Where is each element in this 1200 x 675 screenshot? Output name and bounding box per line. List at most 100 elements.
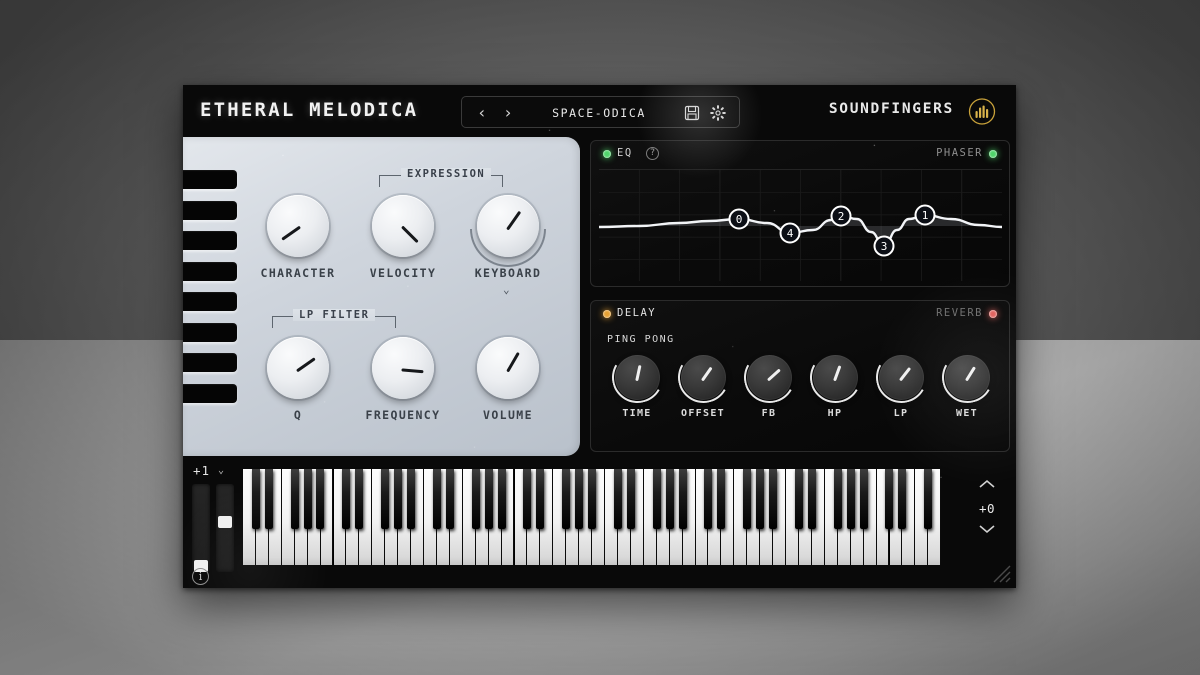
- chevron-up-icon[interactable]: [970, 478, 1004, 494]
- transpose-chevron-down-icon[interactable]: ⌄: [218, 465, 224, 476]
- knob-character[interactable]: CHARACTER: [259, 195, 337, 280]
- reverb-led[interactable]: [989, 310, 997, 318]
- knob-q[interactable]: Q: [259, 337, 337, 422]
- black-key[interactable]: [394, 469, 403, 529]
- black-key[interactable]: [652, 469, 661, 529]
- black-key[interactable]: [355, 469, 364, 529]
- black-key[interactable]: [859, 469, 868, 529]
- chevron-down-icon[interactable]: [970, 523, 1004, 539]
- black-key[interactable]: [264, 469, 273, 529]
- knob-wet-dial[interactable]: [935, 346, 999, 409]
- knob-velocity[interactable]: VELOCITY: [364, 195, 442, 280]
- black-key[interactable]: [769, 469, 778, 529]
- knob-character-dial[interactable]: [267, 195, 329, 257]
- knob-volume[interactable]: VOLUME: [469, 337, 547, 422]
- black-key[interactable]: [626, 469, 635, 529]
- eq-led[interactable]: [603, 150, 611, 158]
- transpose-label[interactable]: +1: [193, 463, 210, 478]
- knob-q-dial[interactable]: [267, 337, 329, 399]
- knob-lp-label: LP: [893, 408, 909, 419]
- eq-band-handle[interactable]: 4: [779, 222, 801, 244]
- knob-frequency-dial[interactable]: [372, 337, 434, 399]
- delay-led[interactable]: [603, 310, 611, 318]
- knob-keyboard[interactable]: KEYBOARD ⌄: [469, 195, 547, 296]
- black-key[interactable]: [924, 469, 933, 529]
- info-icon[interactable]: i: [192, 568, 209, 585]
- mod-wheel-slider[interactable]: [216, 484, 234, 572]
- floppy-disk-icon[interactable]: [684, 105, 700, 121]
- black-key[interactable]: [536, 469, 545, 529]
- eq-band-handle[interactable]: 1: [914, 204, 936, 226]
- preset-selector[interactable]: ‹ › SPACE-ODICA: [461, 96, 740, 128]
- pitch-bend-slider[interactable]: [192, 484, 210, 572]
- eq-tab-bar: EQ ? PHASER: [591, 141, 1009, 166]
- resize-grip-icon[interactable]: [988, 560, 1012, 584]
- black-key[interactable]: [445, 469, 454, 529]
- knob-fb[interactable]: FB: [737, 346, 801, 419]
- eq-panel: EQ ? PHASER 0 4 2 3 1: [590, 140, 1010, 287]
- eq-band-label: 1: [922, 209, 929, 222]
- knob-q-label: Q: [293, 408, 303, 422]
- tab-delay[interactable]: DELAY: [617, 307, 656, 319]
- black-key[interactable]: [471, 469, 480, 529]
- black-key[interactable]: [523, 469, 532, 529]
- piano-keyboard[interactable]: [243, 469, 942, 565]
- tab-eq[interactable]: EQ: [617, 147, 633, 159]
- mod-wheel-handle[interactable]: [218, 515, 232, 528]
- black-key[interactable]: [665, 469, 674, 529]
- eq-band-handle[interactable]: 0: [728, 208, 750, 230]
- black-key[interactable]: [717, 469, 726, 529]
- black-key[interactable]: [562, 469, 571, 529]
- eq-curve-graph[interactable]: 0 4 2 3 1: [599, 169, 1002, 281]
- black-key[interactable]: [316, 469, 325, 529]
- chevron-down-icon[interactable]: ⌄: [503, 283, 510, 296]
- black-key[interactable]: [432, 469, 441, 529]
- delay-mode-label[interactable]: PING PONG: [607, 334, 675, 345]
- knob-volume-dial[interactable]: [477, 337, 539, 399]
- black-key[interactable]: [794, 469, 803, 529]
- black-key[interactable]: [381, 469, 390, 529]
- knob-offset-dial[interactable]: [671, 346, 735, 409]
- eq-band-handle[interactable]: 3: [873, 235, 895, 257]
- black-key[interactable]: [898, 469, 907, 529]
- tab-reverb[interactable]: REVERB: [936, 307, 983, 319]
- black-key[interactable]: [613, 469, 622, 529]
- knob-wet[interactable]: WET: [935, 346, 999, 419]
- black-key[interactable]: [704, 469, 713, 529]
- page-title: ETHERAL MELODICA: [200, 99, 419, 121]
- black-key[interactable]: [406, 469, 415, 529]
- black-key[interactable]: [833, 469, 842, 529]
- knob-hp[interactable]: HP: [803, 346, 867, 419]
- question-mark-icon[interactable]: ?: [646, 147, 659, 160]
- black-key[interactable]: [678, 469, 687, 529]
- knob-velocity-dial[interactable]: [372, 195, 434, 257]
- black-key[interactable]: [575, 469, 584, 529]
- knob-time-dial[interactable]: [605, 346, 669, 409]
- knob-fb-dial[interactable]: [737, 346, 801, 409]
- knob-time[interactable]: TIME: [605, 346, 669, 419]
- preset-name[interactable]: SPACE-ODICA: [524, 106, 674, 120]
- phaser-led[interactable]: [989, 150, 997, 158]
- black-key[interactable]: [342, 469, 351, 529]
- knob-lp-dial[interactable]: [869, 346, 933, 409]
- knob-offset[interactable]: OFFSET: [671, 346, 735, 419]
- knob-hp-dial[interactable]: [803, 346, 867, 409]
- knob-lp[interactable]: LP: [869, 346, 933, 419]
- black-key[interactable]: [251, 469, 260, 529]
- black-key[interactable]: [885, 469, 894, 529]
- gear-icon[interactable]: [710, 105, 726, 121]
- black-key[interactable]: [743, 469, 752, 529]
- eq-band-handle[interactable]: 2: [830, 205, 852, 227]
- black-key[interactable]: [846, 469, 855, 529]
- preset-prev-button[interactable]: ‹: [472, 103, 492, 123]
- black-key[interactable]: [484, 469, 493, 529]
- knob-frequency[interactable]: FREQUENCY: [364, 337, 442, 422]
- black-key[interactable]: [497, 469, 506, 529]
- black-key[interactable]: [303, 469, 312, 529]
- preset-next-button[interactable]: ›: [498, 103, 518, 123]
- black-key[interactable]: [290, 469, 299, 529]
- black-key[interactable]: [807, 469, 816, 529]
- tab-phaser[interactable]: PHASER: [936, 147, 983, 159]
- black-key[interactable]: [756, 469, 765, 529]
- black-key[interactable]: [588, 469, 596, 529]
